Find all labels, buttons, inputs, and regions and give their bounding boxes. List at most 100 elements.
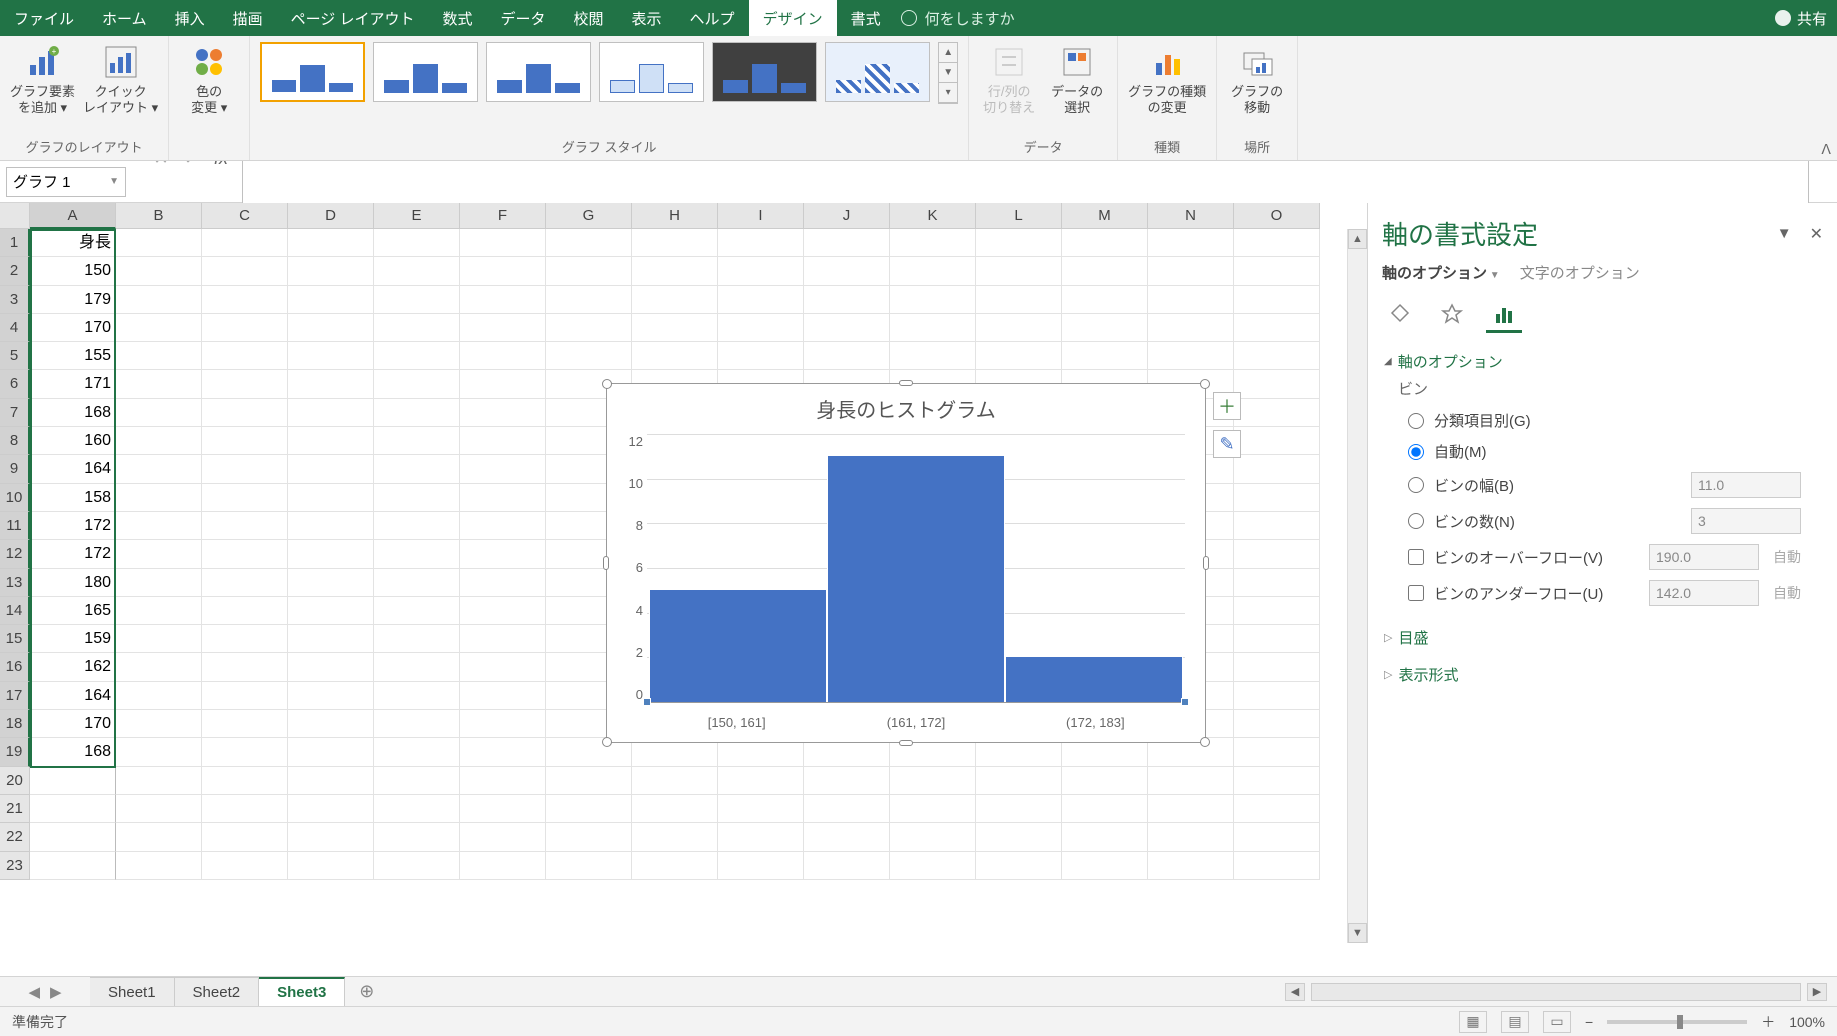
cell-O7[interactable] (1234, 399, 1320, 427)
select-all-corner[interactable] (0, 203, 30, 229)
cell-F7[interactable] (460, 399, 546, 427)
cell-C6[interactable] (202, 370, 288, 398)
opt-bin-width[interactable]: ビンの幅(B) (1384, 467, 1821, 503)
cell-F4[interactable] (460, 314, 546, 342)
zoom-slider[interactable] (1607, 1020, 1747, 1024)
new-sheet-button[interactable]: ⊕ (345, 977, 388, 1006)
row-head-10[interactable]: 10 (0, 484, 30, 512)
chart-style-1[interactable] (260, 42, 365, 102)
cell-O10[interactable] (1234, 484, 1320, 512)
cell-J21[interactable] (804, 795, 890, 823)
row-head-15[interactable]: 15 (0, 625, 30, 653)
cell-B12[interactable] (116, 540, 202, 568)
cell-D20[interactable] (288, 767, 374, 795)
opt-bin-count[interactable]: ビンの数(N) (1384, 503, 1821, 539)
cell-C1[interactable] (202, 229, 288, 257)
cell-C14[interactable] (202, 597, 288, 625)
chart-style-2[interactable] (373, 42, 478, 102)
cell-C8[interactable] (202, 427, 288, 455)
cell-A2[interactable]: 150 (30, 257, 116, 285)
cell-N1[interactable] (1148, 229, 1234, 257)
cell-G2[interactable] (546, 257, 632, 285)
cell-B16[interactable] (116, 653, 202, 681)
embedded-chart[interactable]: 身長のヒストグラム 121086420 [150, 161](161, 172]… (606, 383, 1206, 743)
opt-by-category[interactable]: 分類項目別(G) (1384, 405, 1821, 436)
cell-B9[interactable] (116, 455, 202, 483)
cell-H23[interactable] (632, 852, 718, 880)
col-head-F[interactable]: F (460, 203, 546, 229)
row-head-22[interactable]: 22 (0, 823, 30, 851)
row-head-4[interactable]: 4 (0, 314, 30, 342)
cell-M22[interactable] (1062, 823, 1148, 851)
sheet-tab-3[interactable]: Sheet3 (259, 977, 345, 1006)
cell-B11[interactable] (116, 512, 202, 540)
cell-A6[interactable]: 171 (30, 370, 116, 398)
tab-formulas[interactable]: 数式 (428, 0, 486, 36)
cell-H21[interactable] (632, 795, 718, 823)
cell-B23[interactable] (116, 852, 202, 880)
cell-C16[interactable] (202, 653, 288, 681)
cell-F22[interactable] (460, 823, 546, 851)
cell-E16[interactable] (374, 653, 460, 681)
bin-count-input[interactable] (1691, 508, 1801, 534)
share-button[interactable]: 共有 (1775, 0, 1827, 36)
cell-O11[interactable] (1234, 512, 1320, 540)
cell-N22[interactable] (1148, 823, 1234, 851)
chart-style-6[interactable] (825, 42, 930, 102)
cell-M1[interactable] (1062, 229, 1148, 257)
cell-C13[interactable] (202, 569, 288, 597)
cell-E10[interactable] (374, 484, 460, 512)
bin-width-input[interactable] (1691, 472, 1801, 498)
cell-M3[interactable] (1062, 286, 1148, 314)
cell-D1[interactable] (288, 229, 374, 257)
cell-D7[interactable] (288, 399, 374, 427)
row-head-11[interactable]: 11 (0, 512, 30, 540)
cell-F23[interactable] (460, 852, 546, 880)
tab-draw[interactable]: 描画 (219, 0, 277, 36)
cell-D5[interactable] (288, 342, 374, 370)
collapse-ribbon-icon[interactable]: ᐱ (1821, 141, 1831, 158)
cell-O5[interactable] (1234, 342, 1320, 370)
row-head-13[interactable]: 13 (0, 569, 30, 597)
select-data-button[interactable]: データの 選択 (1047, 42, 1107, 115)
col-head-L[interactable]: L (976, 203, 1062, 229)
cell-K22[interactable] (890, 823, 976, 851)
tab-design[interactable]: デザイン (749, 0, 837, 36)
cell-D10[interactable] (288, 484, 374, 512)
section-number-format[interactable]: 表示形式 (1384, 664, 1821, 685)
cell-A4[interactable]: 170 (30, 314, 116, 342)
row-head-18[interactable]: 18 (0, 710, 30, 738)
col-head-D[interactable]: D (288, 203, 374, 229)
cell-M4[interactable] (1062, 314, 1148, 342)
col-head-E[interactable]: E (374, 203, 460, 229)
cell-F21[interactable] (460, 795, 546, 823)
x-category-label[interactable]: (161, 172] (826, 715, 1005, 730)
scroll-right-icon[interactable]: ▶ (1807, 983, 1827, 1001)
row-head-1[interactable]: 1 (0, 229, 30, 257)
cell-E9[interactable] (374, 455, 460, 483)
cell-E3[interactable] (374, 286, 460, 314)
cell-O6[interactable] (1234, 370, 1320, 398)
cell-F8[interactable] (460, 427, 546, 455)
add-chart-element-button[interactable]: + グラフ要素 を追加 ▾ (10, 42, 75, 115)
zoom-out-icon[interactable]: − (1585, 1014, 1593, 1030)
cell-E8[interactable] (374, 427, 460, 455)
cell-O16[interactable] (1234, 653, 1320, 681)
col-head-M[interactable]: M (1062, 203, 1148, 229)
cell-O15[interactable] (1234, 625, 1320, 653)
tab-insert[interactable]: 挿入 (161, 0, 219, 36)
cell-E13[interactable] (374, 569, 460, 597)
cell-C17[interactable] (202, 682, 288, 710)
cell-A22[interactable] (30, 823, 116, 851)
chart-elements-button[interactable]: ＋ (1213, 392, 1241, 420)
cell-A5[interactable]: 155 (30, 342, 116, 370)
cell-G23[interactable] (546, 852, 632, 880)
row-head-9[interactable]: 9 (0, 455, 30, 483)
cell-F12[interactable] (460, 540, 546, 568)
cell-B13[interactable] (116, 569, 202, 597)
cell-A23[interactable] (30, 852, 116, 880)
cell-B7[interactable] (116, 399, 202, 427)
cell-H2[interactable] (632, 257, 718, 285)
cell-A17[interactable]: 164 (30, 682, 116, 710)
axis-handle[interactable] (1181, 698, 1189, 706)
